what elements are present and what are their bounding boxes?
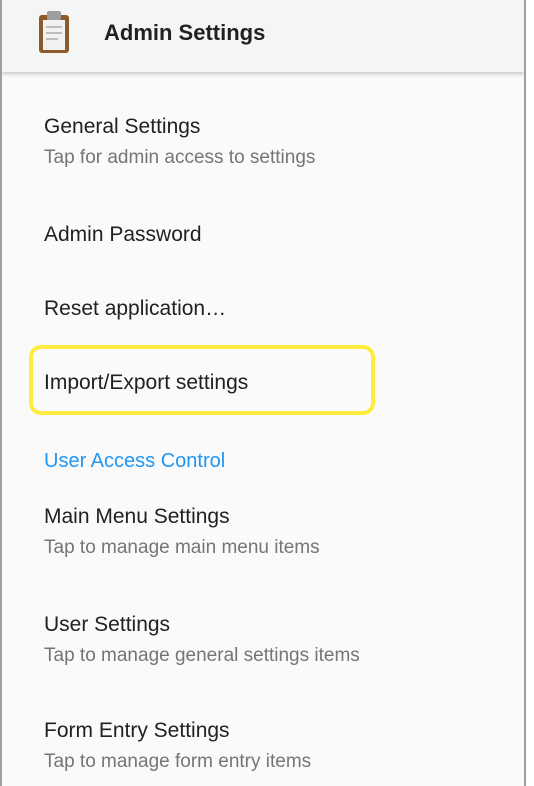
- pref-title: General Settings: [44, 115, 201, 138]
- pref-title: Reset application…: [44, 297, 227, 320]
- clipboard-icon: [38, 10, 70, 54]
- settings-screen: Admin Settings General Settings Tap for …: [0, 0, 526, 786]
- pref-title: Import/Export settings: [44, 371, 249, 394]
- pref-import-export[interactable]: Import/Export settings: [44, 370, 504, 396]
- pref-summary: Tap to manage general settings items: [44, 645, 360, 666]
- pref-form-entry-settings[interactable]: Form Entry Settings Tap to manage form e…: [44, 718, 504, 774]
- pref-summary: Tap to manage form entry items: [44, 751, 312, 772]
- pref-title: Form Entry Settings: [44, 719, 230, 742]
- page-title: Admin Settings: [104, 20, 266, 45]
- page-edge: [526, 0, 534, 786]
- pref-admin-password[interactable]: Admin Password: [44, 222, 504, 248]
- pref-title: Main Menu Settings: [44, 505, 230, 528]
- pref-summary: Tap to manage main menu items: [44, 537, 320, 558]
- pref-main-menu-settings[interactable]: Main Menu Settings Tap to manage main me…: [44, 504, 504, 560]
- pref-user-settings[interactable]: User Settings Tap to manage general sett…: [44, 612, 504, 668]
- app-bar: Admin Settings: [2, 0, 524, 72]
- category-user-access: User Access Control: [44, 450, 226, 472]
- pref-title: User Settings: [44, 613, 171, 636]
- pref-summary: Tap for admin access to settings: [44, 147, 316, 168]
- pref-title: Admin Password: [44, 223, 202, 246]
- pref-reset-application[interactable]: Reset application…: [44, 296, 504, 322]
- pref-general-settings[interactable]: General Settings Tap for admin access to…: [44, 114, 504, 170]
